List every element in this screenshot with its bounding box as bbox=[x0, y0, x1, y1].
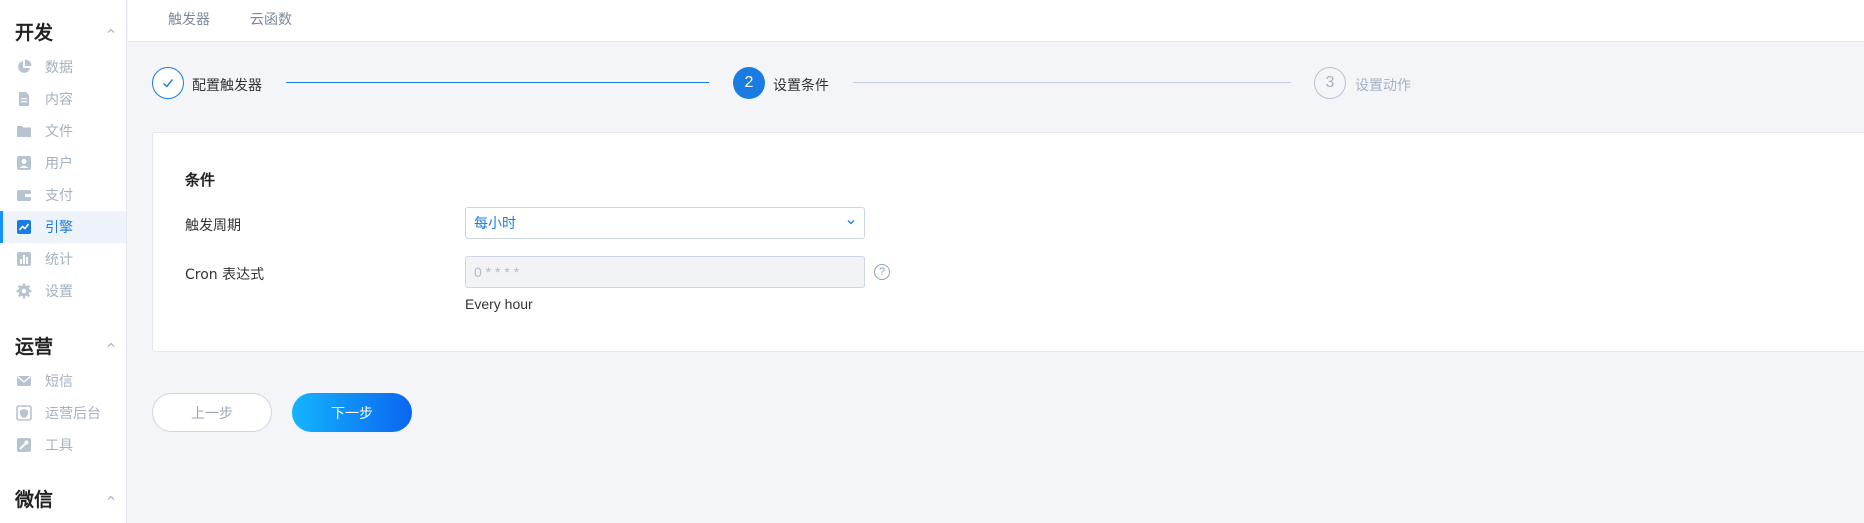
sidebar-item-label: 文件 bbox=[45, 124, 73, 140]
trend-icon bbox=[15, 218, 33, 236]
cron-label: Cron 表达式 bbox=[185, 267, 265, 283]
next-button[interactable]: 下一步 bbox=[292, 393, 412, 432]
cron-hint: Every hour bbox=[465, 296, 533, 312]
sidebar-item-label: 短信 bbox=[45, 374, 73, 390]
step-2-circle: 2 bbox=[733, 67, 765, 99]
section-title-ops: 运营 bbox=[15, 335, 54, 358]
folder-icon bbox=[15, 122, 33, 140]
sidebar-item-files[interactable]: 文件 bbox=[0, 115, 126, 147]
sidebar-item-label: 统计 bbox=[45, 252, 73, 268]
sidebar: 开发 数据 内容 文件 用户 支付 引擎 统计 设置 运营 短信 运营后台 工具… bbox=[0, 0, 127, 523]
mail-icon bbox=[15, 372, 33, 390]
sidebar-item-label: 运营后台 bbox=[45, 406, 101, 422]
sidebar-item-label: 支付 bbox=[45, 188, 73, 204]
sidebar-item-settings[interactable]: 设置 bbox=[0, 275, 126, 307]
card-title: 条件 bbox=[185, 171, 216, 189]
step-3-label: 设置动作 bbox=[1355, 78, 1411, 94]
chevron-up-icon[interactable] bbox=[107, 494, 115, 502]
prev-button[interactable]: 上一步 bbox=[152, 393, 272, 432]
section-wechat-header[interactable]: 微信 bbox=[15, 486, 115, 511]
step-connector-1 bbox=[286, 82, 709, 83]
sidebar-item-label: 设置 bbox=[45, 284, 73, 300]
bar-chart-icon bbox=[15, 250, 33, 268]
condition-card: 条件 触发周期 每小时 Cron 表达式 ? Every hour bbox=[152, 132, 1864, 352]
tab-cloud-functions[interactable]: 云函数 bbox=[250, 9, 292, 29]
sidebar-item-sms[interactable]: 短信 bbox=[0, 365, 126, 397]
sidebar-item-label: 用户 bbox=[45, 156, 73, 172]
wallet-icon bbox=[15, 186, 33, 204]
chevron-up-icon[interactable] bbox=[107, 27, 115, 35]
period-select[interactable]: 每小时 bbox=[465, 207, 865, 239]
shield-icon bbox=[15, 404, 33, 422]
step-1-check-icon bbox=[152, 67, 184, 99]
period-select-value: 每小时 bbox=[474, 216, 516, 232]
section-title-wechat: 微信 bbox=[15, 488, 54, 511]
tab-triggers[interactable]: 触发器 bbox=[168, 9, 210, 29]
sidebar-item-label: 工具 bbox=[45, 438, 73, 454]
wrench-icon bbox=[15, 436, 33, 454]
section-dev-header[interactable]: 开发 bbox=[15, 19, 115, 44]
gear-icon bbox=[15, 282, 33, 300]
user-icon bbox=[15, 154, 33, 172]
sidebar-item-label: 引擎 bbox=[45, 220, 73, 236]
section-ops-header[interactable]: 运营 bbox=[15, 333, 115, 358]
document-icon bbox=[15, 90, 33, 108]
sidebar-item-label: 数据 bbox=[45, 60, 73, 76]
sidebar-item-content[interactable]: 内容 bbox=[0, 83, 126, 115]
period-label: 触发周期 bbox=[185, 218, 241, 234]
step-connector-2 bbox=[853, 82, 1291, 83]
chevron-down-icon bbox=[846, 214, 856, 232]
question-icon[interactable]: ? bbox=[874, 264, 890, 280]
section-title-dev: 开发 bbox=[15, 21, 54, 44]
step-2-label: 设置条件 bbox=[773, 78, 829, 94]
pie-chart-icon bbox=[15, 58, 33, 76]
cron-input[interactable] bbox=[465, 256, 865, 288]
sidebar-item-tools[interactable]: 工具 bbox=[0, 429, 126, 461]
sidebar-item-label: 内容 bbox=[45, 92, 73, 108]
top-tab-bar: 触发器 云函数 bbox=[128, 0, 1864, 42]
sidebar-item-data[interactable]: 数据 bbox=[0, 51, 126, 83]
sidebar-item-payment[interactable]: 支付 bbox=[0, 179, 126, 211]
sidebar-item-stats[interactable]: 统计 bbox=[0, 243, 126, 275]
sidebar-item-users[interactable]: 用户 bbox=[0, 147, 126, 179]
sidebar-item-engine[interactable]: 引擎 bbox=[0, 211, 126, 243]
step-1-label: 配置触发器 bbox=[192, 78, 262, 94]
step-3-circle: 3 bbox=[1314, 67, 1346, 99]
sidebar-item-ops-backend[interactable]: 运营后台 bbox=[0, 397, 126, 429]
chevron-up-icon[interactable] bbox=[107, 341, 115, 349]
